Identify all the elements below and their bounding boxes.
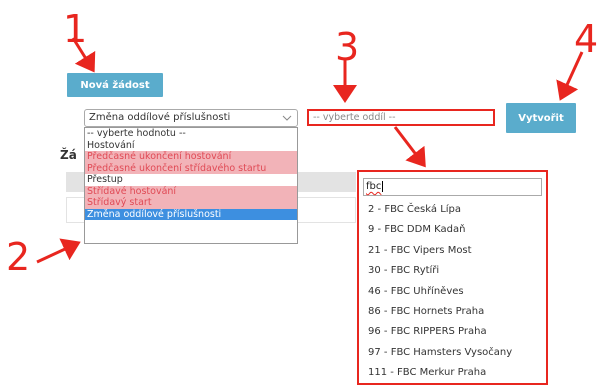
arrow-2 [36, 238, 81, 264]
annotation-arrows [36, 37, 584, 264]
step-number-3: 3 [335, 25, 360, 69]
step-number-2: 2 [6, 235, 31, 279]
step-number-1: 1 [63, 7, 88, 51]
step-number-4: 4 [574, 17, 598, 61]
arrow-3b [393, 126, 426, 168]
